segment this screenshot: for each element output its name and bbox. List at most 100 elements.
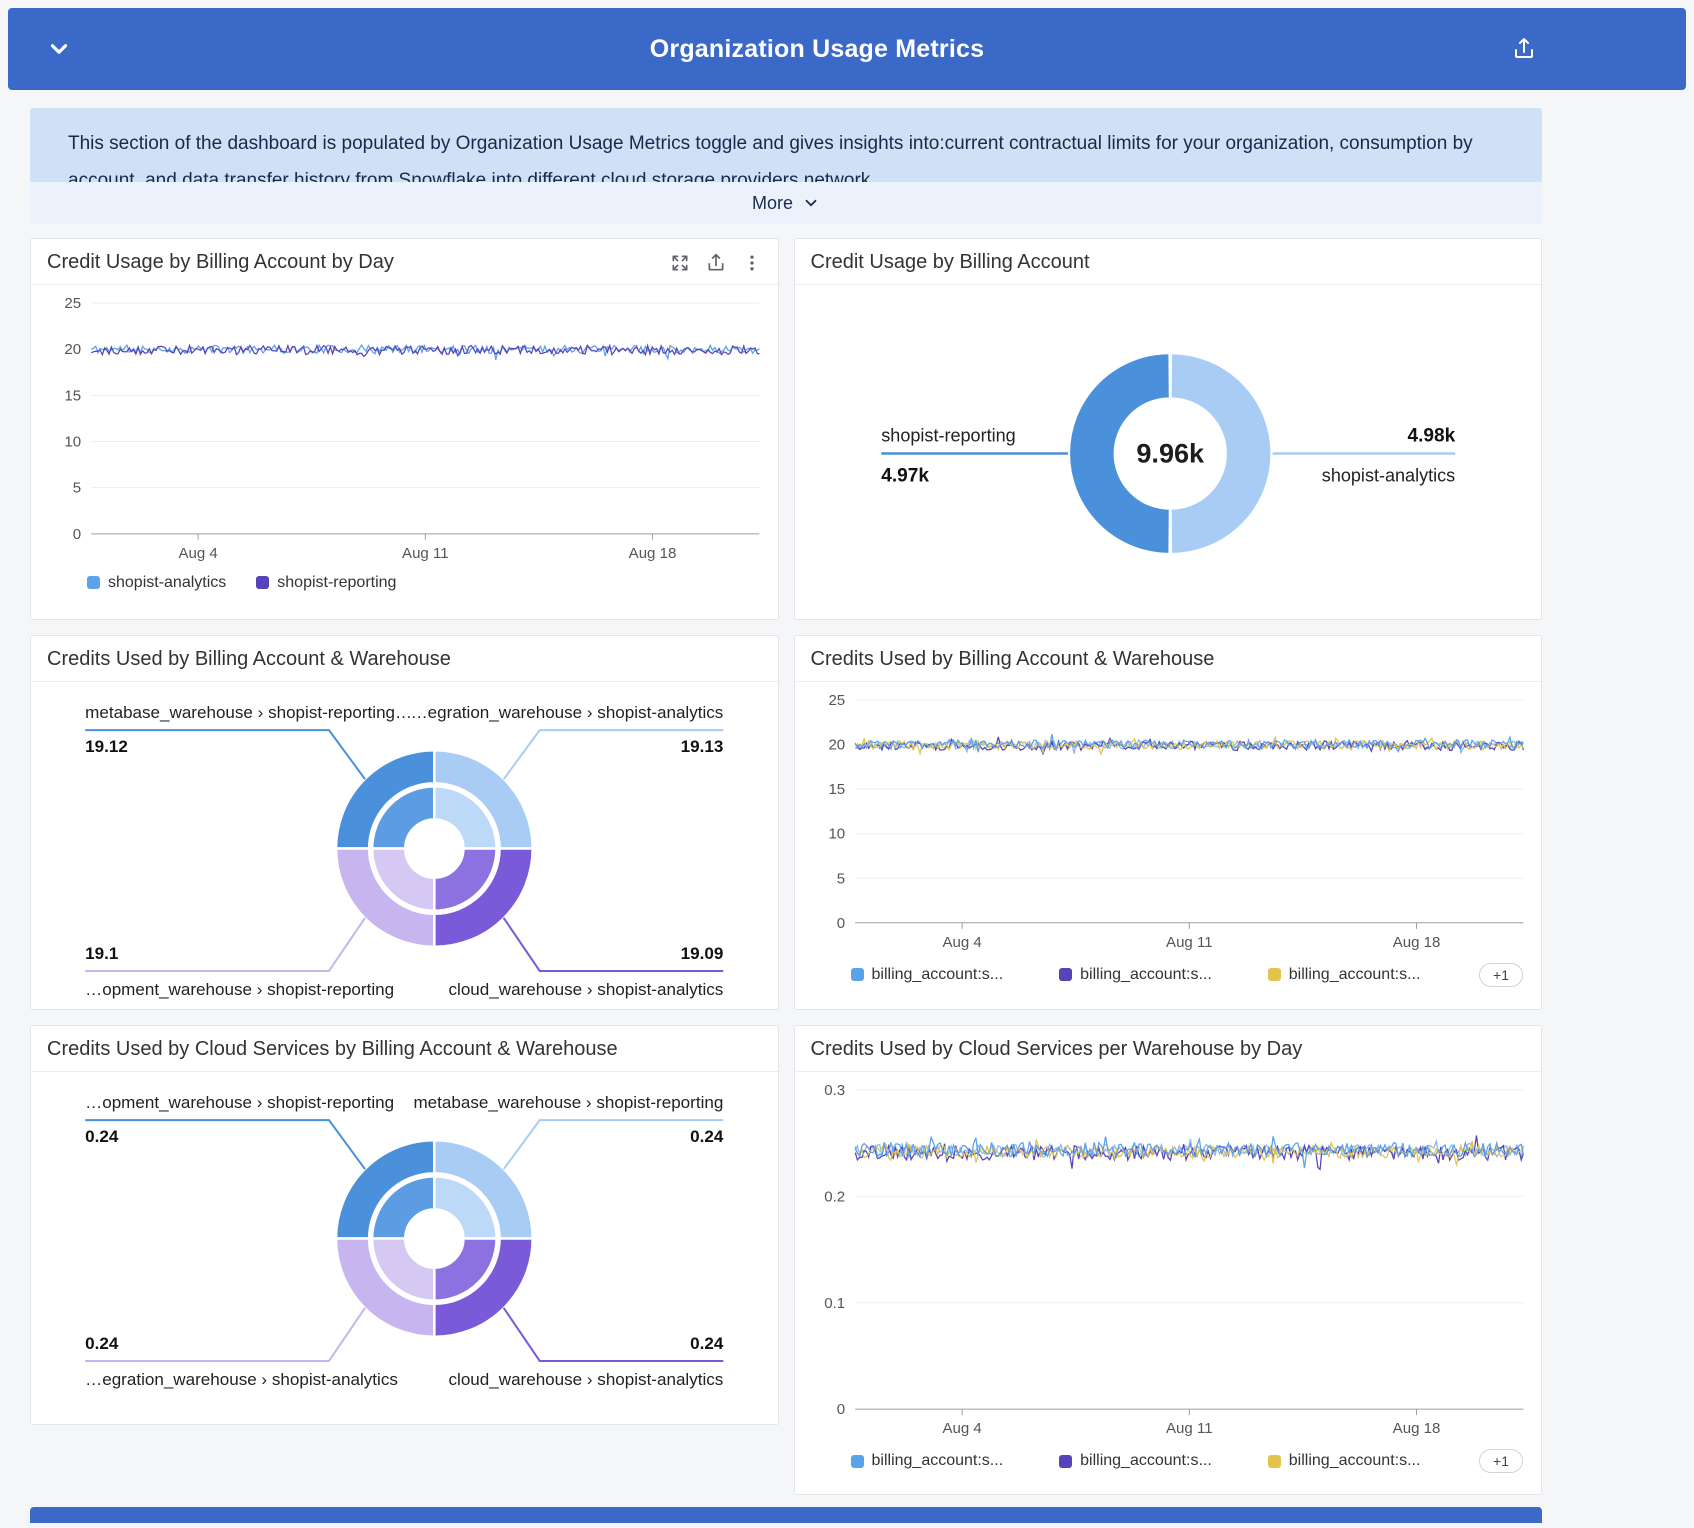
y-tick-label: 25 bbox=[828, 692, 845, 709]
segment-label: …egration_warehouse › shopist-analytics bbox=[411, 703, 724, 722]
chart-panel-credit-usage-by-day: Credit Usage by Billing Account by Day bbox=[30, 238, 779, 620]
line-chart-canvas[interactable]: 0510152025Aug 4Aug 11Aug 18 bbox=[797, 686, 1540, 959]
segment-label: metabase_warehouse › shopist-reporting bbox=[413, 1093, 723, 1112]
x-tick-label: Aug 4 bbox=[178, 545, 217, 562]
legend-item[interactable]: billing_account:s... bbox=[851, 966, 1004, 984]
chart-title: Credit Usage by Billing Account by Day bbox=[47, 251, 394, 274]
legend-overflow-pill[interactable]: +1 bbox=[1479, 1449, 1523, 1473]
legend-swatch bbox=[851, 968, 864, 981]
y-tick-label: 5 bbox=[836, 870, 844, 887]
callout-line bbox=[85, 1120, 365, 1169]
info-banner: This section of the dashboard is populat… bbox=[30, 108, 1542, 182]
group-header: Organization Usage Metrics bbox=[8, 8, 1686, 90]
kebab-menu-icon[interactable] bbox=[742, 253, 762, 273]
legend-swatch bbox=[87, 576, 100, 589]
y-tick-label: 0.1 bbox=[824, 1295, 845, 1312]
sunburst-canvas[interactable]: …opment_warehouse › shopist-reporting 0.2… bbox=[33, 1076, 776, 1397]
legend-label: shopist-reporting bbox=[277, 574, 396, 592]
legend-item[interactable]: billing_account:s... bbox=[1268, 1452, 1421, 1470]
x-tick-label: Aug 4 bbox=[942, 934, 981, 951]
chart-title: Credits Used by Billing Account & Wareho… bbox=[811, 648, 1215, 671]
chart-legend: shopist-analytics shopist-reporting bbox=[31, 570, 778, 604]
donut-chart[interactable]: 9.96kshopist-reporting4.97k4.98kshopist-… bbox=[795, 285, 1542, 618]
panel-head: Credits Used by Billing Account & Wareho… bbox=[795, 636, 1542, 682]
legend-item[interactable]: billing_account:s... bbox=[1268, 966, 1421, 984]
y-tick-label: 0.3 bbox=[824, 1082, 845, 1099]
segment-label: …egration_warehouse › shopist-analytics bbox=[85, 1370, 398, 1389]
sunburst-chart[interactable]: metabase_warehouse › shopist-reporting…1… bbox=[31, 682, 778, 1007]
legend-item[interactable]: billing_account:s... bbox=[851, 1452, 1004, 1470]
share-icon[interactable] bbox=[1512, 37, 1536, 61]
y-tick-label: 0 bbox=[836, 1401, 844, 1418]
group-title: Organization Usage Metrics bbox=[8, 35, 1626, 64]
legend-label: billing_account:s... bbox=[1289, 1452, 1421, 1470]
group-content: This section of the dashboard is populat… bbox=[30, 108, 1542, 1523]
legend-item[interactable]: shopist-reporting bbox=[256, 574, 396, 592]
panel-head: Credit Usage by Billing Account by Day bbox=[31, 239, 778, 285]
line-chart-canvas[interactable]: 0510152025Aug 4Aug 11Aug 18 bbox=[33, 289, 776, 570]
legend-swatch bbox=[1059, 968, 1072, 981]
legend-swatch bbox=[1268, 1455, 1281, 1468]
line-chart-canvas[interactable]: 00.10.20.3Aug 4Aug 11Aug 18 bbox=[797, 1076, 1540, 1445]
slice-label: shopist-analytics bbox=[1321, 466, 1454, 486]
legend-item[interactable]: shopist-analytics bbox=[87, 574, 226, 592]
line-chart[interactable]: 0510152025Aug 4Aug 11Aug 18 bbox=[31, 285, 778, 570]
chart-title: Credit Usage by Billing Account bbox=[811, 251, 1090, 274]
more-button[interactable]: More bbox=[30, 182, 1542, 224]
sunburst-canvas[interactable]: metabase_warehouse › shopist-reporting…1… bbox=[33, 686, 776, 1007]
legend-item[interactable]: billing_account:s... bbox=[1059, 1452, 1212, 1470]
x-tick-label: Aug 11 bbox=[1166, 934, 1213, 951]
legend-label: billing_account:s... bbox=[872, 1452, 1004, 1470]
legend-item[interactable]: billing_account:s... bbox=[1059, 966, 1212, 984]
segment-value: 0.24 bbox=[690, 1334, 724, 1353]
chart-panel-credits-by-warehouse-line: Credits Used by Billing Account & Wareho… bbox=[794, 635, 1543, 1010]
more-label: More bbox=[752, 193, 793, 214]
panel-head: Credits Used by Cloud Services per Wareh… bbox=[795, 1026, 1542, 1072]
segment-value: 0.24 bbox=[690, 1127, 724, 1146]
x-tick-label: Aug 18 bbox=[629, 545, 677, 562]
next-group-header[interactable] bbox=[30, 1507, 1542, 1523]
fullscreen-icon[interactable] bbox=[670, 253, 690, 273]
legend-label: billing_account:s... bbox=[1080, 1452, 1212, 1470]
panel-toolbar bbox=[670, 253, 762, 273]
legend-swatch bbox=[1059, 1455, 1072, 1468]
line-chart[interactable]: 0510152025Aug 4Aug 11Aug 18 bbox=[795, 682, 1542, 959]
export-icon[interactable] bbox=[706, 253, 726, 273]
chart-title: Credits Used by Cloud Services per Wareh… bbox=[811, 1038, 1303, 1061]
slice-value: 4.97k bbox=[881, 466, 929, 487]
legend-swatch bbox=[851, 1455, 864, 1468]
y-tick-label: 20 bbox=[64, 341, 81, 358]
x-tick-label: Aug 4 bbox=[942, 1420, 981, 1437]
chart-panel-credits-by-warehouse-sunburst: Credits Used by Billing Account & Wareho… bbox=[30, 635, 779, 1010]
y-tick-label: 15 bbox=[828, 781, 845, 798]
banner-text: This section of the dashboard is populat… bbox=[68, 125, 1504, 182]
chart-legend: billing_account:s... billing_account:s...… bbox=[795, 959, 1542, 999]
legend-label: billing_account:s... bbox=[1080, 966, 1212, 984]
panel-head: Credits Used by Billing Account & Wareho… bbox=[31, 636, 778, 682]
y-tick-label: 5 bbox=[73, 480, 81, 497]
chart-legend: billing_account:s... billing_account:s...… bbox=[795, 1445, 1542, 1485]
legend-swatch bbox=[256, 576, 269, 589]
legend-label: billing_account:s... bbox=[1289, 966, 1421, 984]
sunburst-chart[interactable]: …opment_warehouse › shopist-reporting 0.2… bbox=[31, 1072, 778, 1397]
segment-value: 19.09 bbox=[681, 944, 724, 963]
donut-canvas[interactable]: 9.96kshopist-reporting4.97k4.98kshopist-… bbox=[797, 289, 1540, 618]
segment-value: 0.24 bbox=[85, 1127, 119, 1146]
panel-head: Credits Used by Cloud Services by Billin… bbox=[31, 1026, 778, 1072]
legend-label: shopist-analytics bbox=[108, 574, 226, 592]
segment-label: cloud_warehouse › shopist-analytics bbox=[449, 1370, 724, 1389]
chart-panel-cloud-services-line: Credits Used by Cloud Services per Wareh… bbox=[794, 1025, 1543, 1495]
chart-title: Credits Used by Cloud Services by Billin… bbox=[47, 1038, 618, 1061]
chart-panel-credit-usage-by-account: Credit Usage by Billing Account 9.96ksho… bbox=[794, 238, 1543, 620]
donut-center-total: 9.96k bbox=[1136, 438, 1205, 469]
segment-label: …opment_warehouse › shopist-reporting bbox=[85, 1093, 394, 1112]
x-tick-label: Aug 11 bbox=[1166, 1420, 1213, 1437]
dashboard-page: Organization Usage Metrics This section … bbox=[0, 0, 1694, 1523]
chart-panel-cloud-services-sunburst: Credits Used by Cloud Services by Billin… bbox=[30, 1025, 779, 1425]
x-tick-label: Aug 11 bbox=[402, 545, 449, 562]
line-chart[interactable]: 00.10.20.3Aug 4Aug 11Aug 18 bbox=[795, 1072, 1542, 1445]
chart-title: Credits Used by Billing Account & Wareho… bbox=[47, 648, 451, 671]
legend-overflow-pill[interactable]: +1 bbox=[1479, 963, 1523, 987]
legend-swatch bbox=[1268, 968, 1281, 981]
segment-value: 19.13 bbox=[681, 737, 724, 756]
